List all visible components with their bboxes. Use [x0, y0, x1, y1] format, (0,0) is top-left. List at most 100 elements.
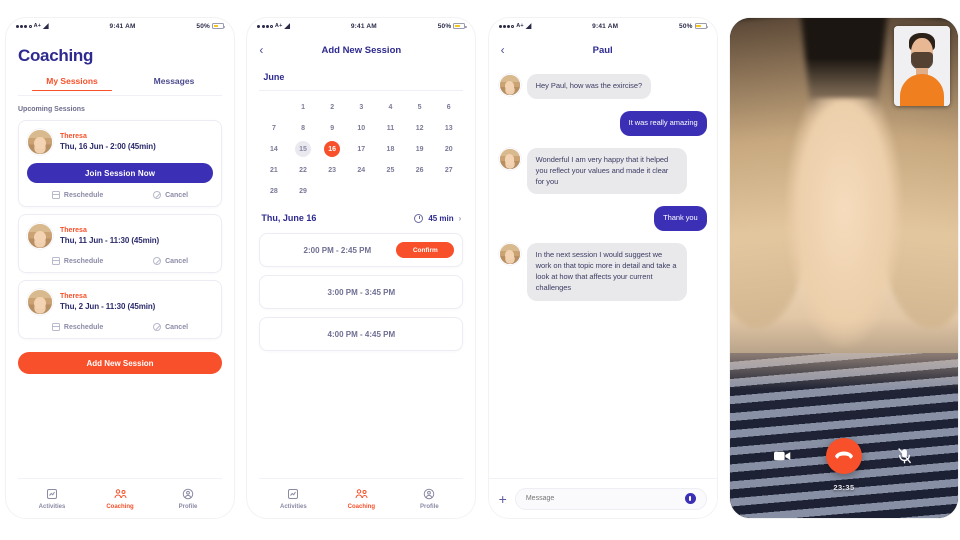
plus-icon[interactable]: + [499, 492, 507, 506]
tab-my-sessions[interactable]: My Sessions [18, 76, 126, 92]
calendar-day[interactable]: 6 [441, 99, 457, 115]
calendar-day[interactable]: 18 [382, 141, 398, 157]
join-session-button[interactable]: Join Session Now [27, 163, 213, 183]
nav-item-profile[interactable]: Profile [158, 488, 218, 510]
session-card-text: Theresa Thu, 11 Jun - 11:30 (45min) [60, 227, 159, 245]
status-bar: A+ ◢ 9:41 AM 50% [489, 18, 717, 34]
calendar-day[interactable]: 13 [441, 120, 457, 136]
cancel-button[interactable]: Cancel [153, 323, 188, 331]
session-card-text: Theresa Thu, 2 Jun - 11:30 (45min) [60, 293, 155, 311]
calendar-day-selected[interactable]: 16 [324, 141, 341, 157]
message-bubble: Wonderful I am very happy that it helped… [526, 147, 687, 195]
self-view-thumbnail[interactable] [893, 26, 950, 106]
reschedule-button[interactable]: Reschedule [51, 323, 103, 331]
screenshot-stage: A+ ◢ 9:41 AM 50% Coaching My Sessions Me… [0, 0, 960, 540]
message-list[interactable]: Hey Paul, how was the exircise? It was r… [489, 68, 717, 478]
signal-dots-icon [257, 24, 273, 28]
status-bar: A+ ◢ 9:41 AM 50% [6, 18, 234, 34]
nav-item-coaching[interactable]: Coaching [90, 488, 150, 510]
nav-label-coaching: Coaching [347, 503, 375, 510]
status-time: 9:41 AM [592, 22, 619, 30]
cancel-label: Cancel [165, 191, 189, 199]
message-composer: + [488, 478, 717, 518]
add-session-body: ‹ Add New Session June 1 2 3 4 5 6 7 8 9… [247, 34, 475, 518]
section-label-upcoming: Upcoming Sessions [18, 106, 85, 113]
calendar-day[interactable]: 14 [266, 141, 282, 157]
status-left: A+ ◢ [16, 23, 49, 30]
battery-icon [694, 23, 708, 29]
time-slot-row[interactable]: 2:00 PM - 2:45 PM Confirm [259, 233, 464, 267]
nav-item-activities[interactable]: Activities [263, 488, 323, 510]
calendar-day[interactable]: 8 [295, 120, 311, 136]
cancel-button[interactable]: Cancel [153, 191, 188, 199]
reschedule-button[interactable]: Reschedule [51, 257, 103, 265]
wifi-icon: ◢ [525, 22, 532, 30]
calendar-day[interactable]: 29 [295, 183, 311, 199]
time-slot-label: 3:00 PM - 3:45 PM [327, 287, 396, 297]
coach-name: Theresa [60, 133, 87, 140]
avatar [498, 147, 521, 170]
page-title: Coaching [18, 46, 94, 65]
nav-item-coaching[interactable]: Coaching [331, 488, 391, 510]
calendar-day-today[interactable]: 15 [295, 141, 312, 157]
confirm-button[interactable]: Confirm [396, 242, 455, 258]
session-card[interactable]: Theresa Thu, 16 Jun - 2:00 (45min) Join … [18, 120, 222, 207]
calendar-day[interactable]: 21 [266, 162, 282, 178]
time-slot-row[interactable]: 3:00 PM - 3:45 PM [259, 275, 464, 309]
session-card[interactable]: Theresa Thu, 11 Jun - 11:30 (45min) Resc… [18, 214, 222, 273]
nav-item-profile[interactable]: Profile [399, 488, 459, 510]
microphone-icon[interactable] [684, 493, 696, 504]
avatar [498, 74, 521, 96]
microphone-muted-icon[interactable] [896, 447, 914, 465]
calendar-day[interactable]: 2 [324, 99, 340, 115]
session-card-actions: Reschedule Cancel [27, 323, 213, 331]
two-people-icon [354, 488, 369, 501]
tab-bar: My Sessions Messages [18, 76, 222, 92]
calendar-day[interactable]: 26 [412, 162, 428, 178]
calendar-day[interactable]: 3 [353, 99, 369, 115]
calendar-day[interactable]: 24 [353, 162, 369, 178]
nav-label-profile: Profile [419, 503, 439, 510]
signal-dots-icon [16, 24, 32, 28]
session-card[interactable]: Theresa Thu, 2 Jun - 11:30 (45min) Resch… [18, 280, 222, 339]
tab-messages[interactable]: Messages [126, 76, 222, 91]
nav-item-activities[interactable]: Activities [22, 488, 82, 510]
calendar-day[interactable]: 5 [412, 99, 428, 115]
nav-label-profile: Profile [178, 503, 198, 510]
status-bar: A+ ◢ 9:41 AM 50% [247, 18, 475, 34]
calendar-day[interactable]: 10 [353, 120, 369, 136]
message-input[interactable] [525, 495, 685, 502]
duration-selector[interactable]: 45 min › [414, 213, 461, 223]
calendar-day[interactable]: 27 [441, 162, 457, 178]
calendar-day[interactable]: 20 [441, 141, 457, 157]
phone-chat: A+ ◢ 9:41 AM 50% ‹ Paul Hey Paul, how wa… [488, 18, 717, 518]
carrier-label: A+ [516, 23, 524, 29]
camera-icon[interactable] [774, 447, 792, 465]
calendar-day[interactable]: 1 [295, 99, 311, 115]
calendar-day[interactable]: 7 [266, 120, 282, 136]
calendar-day[interactable]: 11 [382, 120, 398, 136]
carrier-label: A+ [274, 23, 283, 29]
calendar-day[interactable]: 17 [353, 141, 369, 157]
calendar-day[interactable]: 12 [412, 120, 428, 136]
calendar-day[interactable]: 22 [295, 162, 311, 178]
calendar-day[interactable]: 19 [412, 141, 428, 157]
reschedule-label: Reschedule [63, 191, 104, 199]
reschedule-button[interactable]: Reschedule [51, 191, 104, 199]
end-call-button[interactable] [825, 438, 862, 474]
battery-percent-label: 50% [679, 22, 693, 30]
message-bubble: It was really amazing [619, 110, 707, 136]
session-datetime: Thu, 11 Jun - 11:30 (45min) [60, 236, 160, 245]
time-slot-row[interactable]: 4:00 PM - 4:45 PM [259, 317, 464, 351]
message-input-wrapper[interactable] [514, 487, 707, 510]
phone-coaching-list: A+ ◢ 9:41 AM 50% Coaching My Sessions Me… [6, 18, 234, 518]
calendar-day[interactable]: 25 [382, 162, 398, 178]
calendar-day[interactable]: 23 [324, 162, 340, 178]
calendar-day[interactable]: 28 [266, 183, 282, 199]
status-time: 9:41 AM [109, 22, 136, 30]
person-circle-icon [423, 488, 435, 501]
cancel-button[interactable]: Cancel [153, 257, 188, 265]
calendar-day[interactable]: 4 [382, 99, 398, 115]
add-new-session-button[interactable]: Add New Session [18, 352, 222, 374]
calendar-day[interactable]: 9 [324, 120, 340, 136]
